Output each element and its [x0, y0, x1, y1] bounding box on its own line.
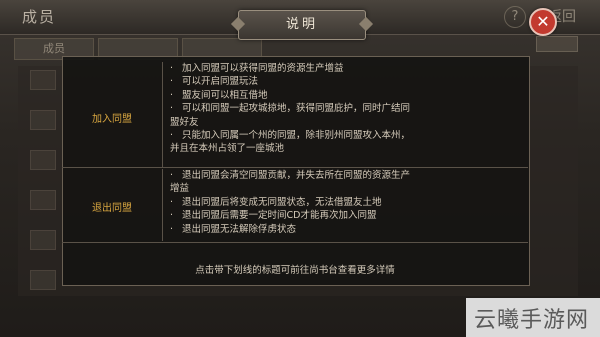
section-separator [62, 167, 528, 168]
watermark: 云曦手游网 [466, 298, 600, 337]
list-item: · 可以开启同盟玩法 [170, 76, 259, 88]
background-row-marker [30, 270, 56, 290]
background-row-marker [30, 70, 56, 90]
list-item: · 只能加入同属一个州的同盟，除非别州同盟攻入本州， [170, 130, 411, 142]
background-row-marker [30, 230, 56, 250]
section-join-alliance: 加入同盟 · 加入同盟可以获得同盟的资源生产增益 · 可以开启同盟玩法 · 盟友间可以… [62, 62, 528, 168]
section-label: 退出同盟 [92, 203, 132, 214]
background-row-marker [30, 190, 56, 210]
list-item: · 加入同盟可以获得同盟的资源生产增益 [170, 63, 344, 74]
list-item: · 退出同盟会清空同盟贡献，并失去所在同盟的资源生产 [170, 170, 411, 181]
background-sort-button[interactable] [536, 36, 578, 52]
section-leave-alliance: 退出同盟 · 退出同盟会清空同盟贡献，并失去所在同盟的资源生产 增益 · 退出同盟后… [62, 169, 528, 241]
section-separator [62, 242, 528, 243]
list-item-continued: 增益 [170, 183, 190, 195]
background-row-marker [30, 150, 56, 170]
help-icon[interactable]: ? [504, 6, 526, 28]
section-label: 加入同盟 [92, 114, 132, 125]
background-side-column [0, 60, 60, 300]
section-items: · 加入同盟可以获得同盟的资源生产增益 · 可以开启同盟玩法 · 盟友间可以相互借地 … [170, 62, 520, 156]
list-item: · 退出同盟后将变成无同盟状态，无法借盟友土地 [170, 196, 382, 208]
list-item: · 盟友间可以相互借地 [170, 89, 268, 101]
background-title: 成员 [22, 8, 57, 26]
footer-hint: 点击带下划线的标题可前往尚书台查看更多详情 [195, 265, 395, 276]
section-items: · 退出同盟会清空同盟贡献，并失去所在同盟的资源生产 增益 · 退出同盟后将变成无同… [170, 169, 520, 236]
close-button[interactable]: ✕ [529, 8, 557, 36]
watermark-text: 云曦手游网 [474, 308, 590, 333]
list-item: · 可以和同盟一起攻城掠地，获得同盟庇护，同时广结同 [170, 103, 411, 115]
dialog-title: 说明 [285, 17, 318, 32]
section-divider [162, 169, 163, 241]
dialog-title-plate: 说明 [238, 10, 366, 40]
list-item: · 退出同盟无法解除俘虏状态 [170, 223, 297, 235]
background-row-marker [30, 110, 56, 130]
section-divider [162, 62, 163, 168]
list-item-continued: 盟好友 [170, 116, 199, 128]
close-icon: ✕ [536, 12, 550, 31]
list-item-continued: 并且在本州占领了一座城池 [170, 143, 285, 155]
list-item: · 退出同盟后需要一定时间CD才能再次加入同盟 [170, 210, 377, 222]
